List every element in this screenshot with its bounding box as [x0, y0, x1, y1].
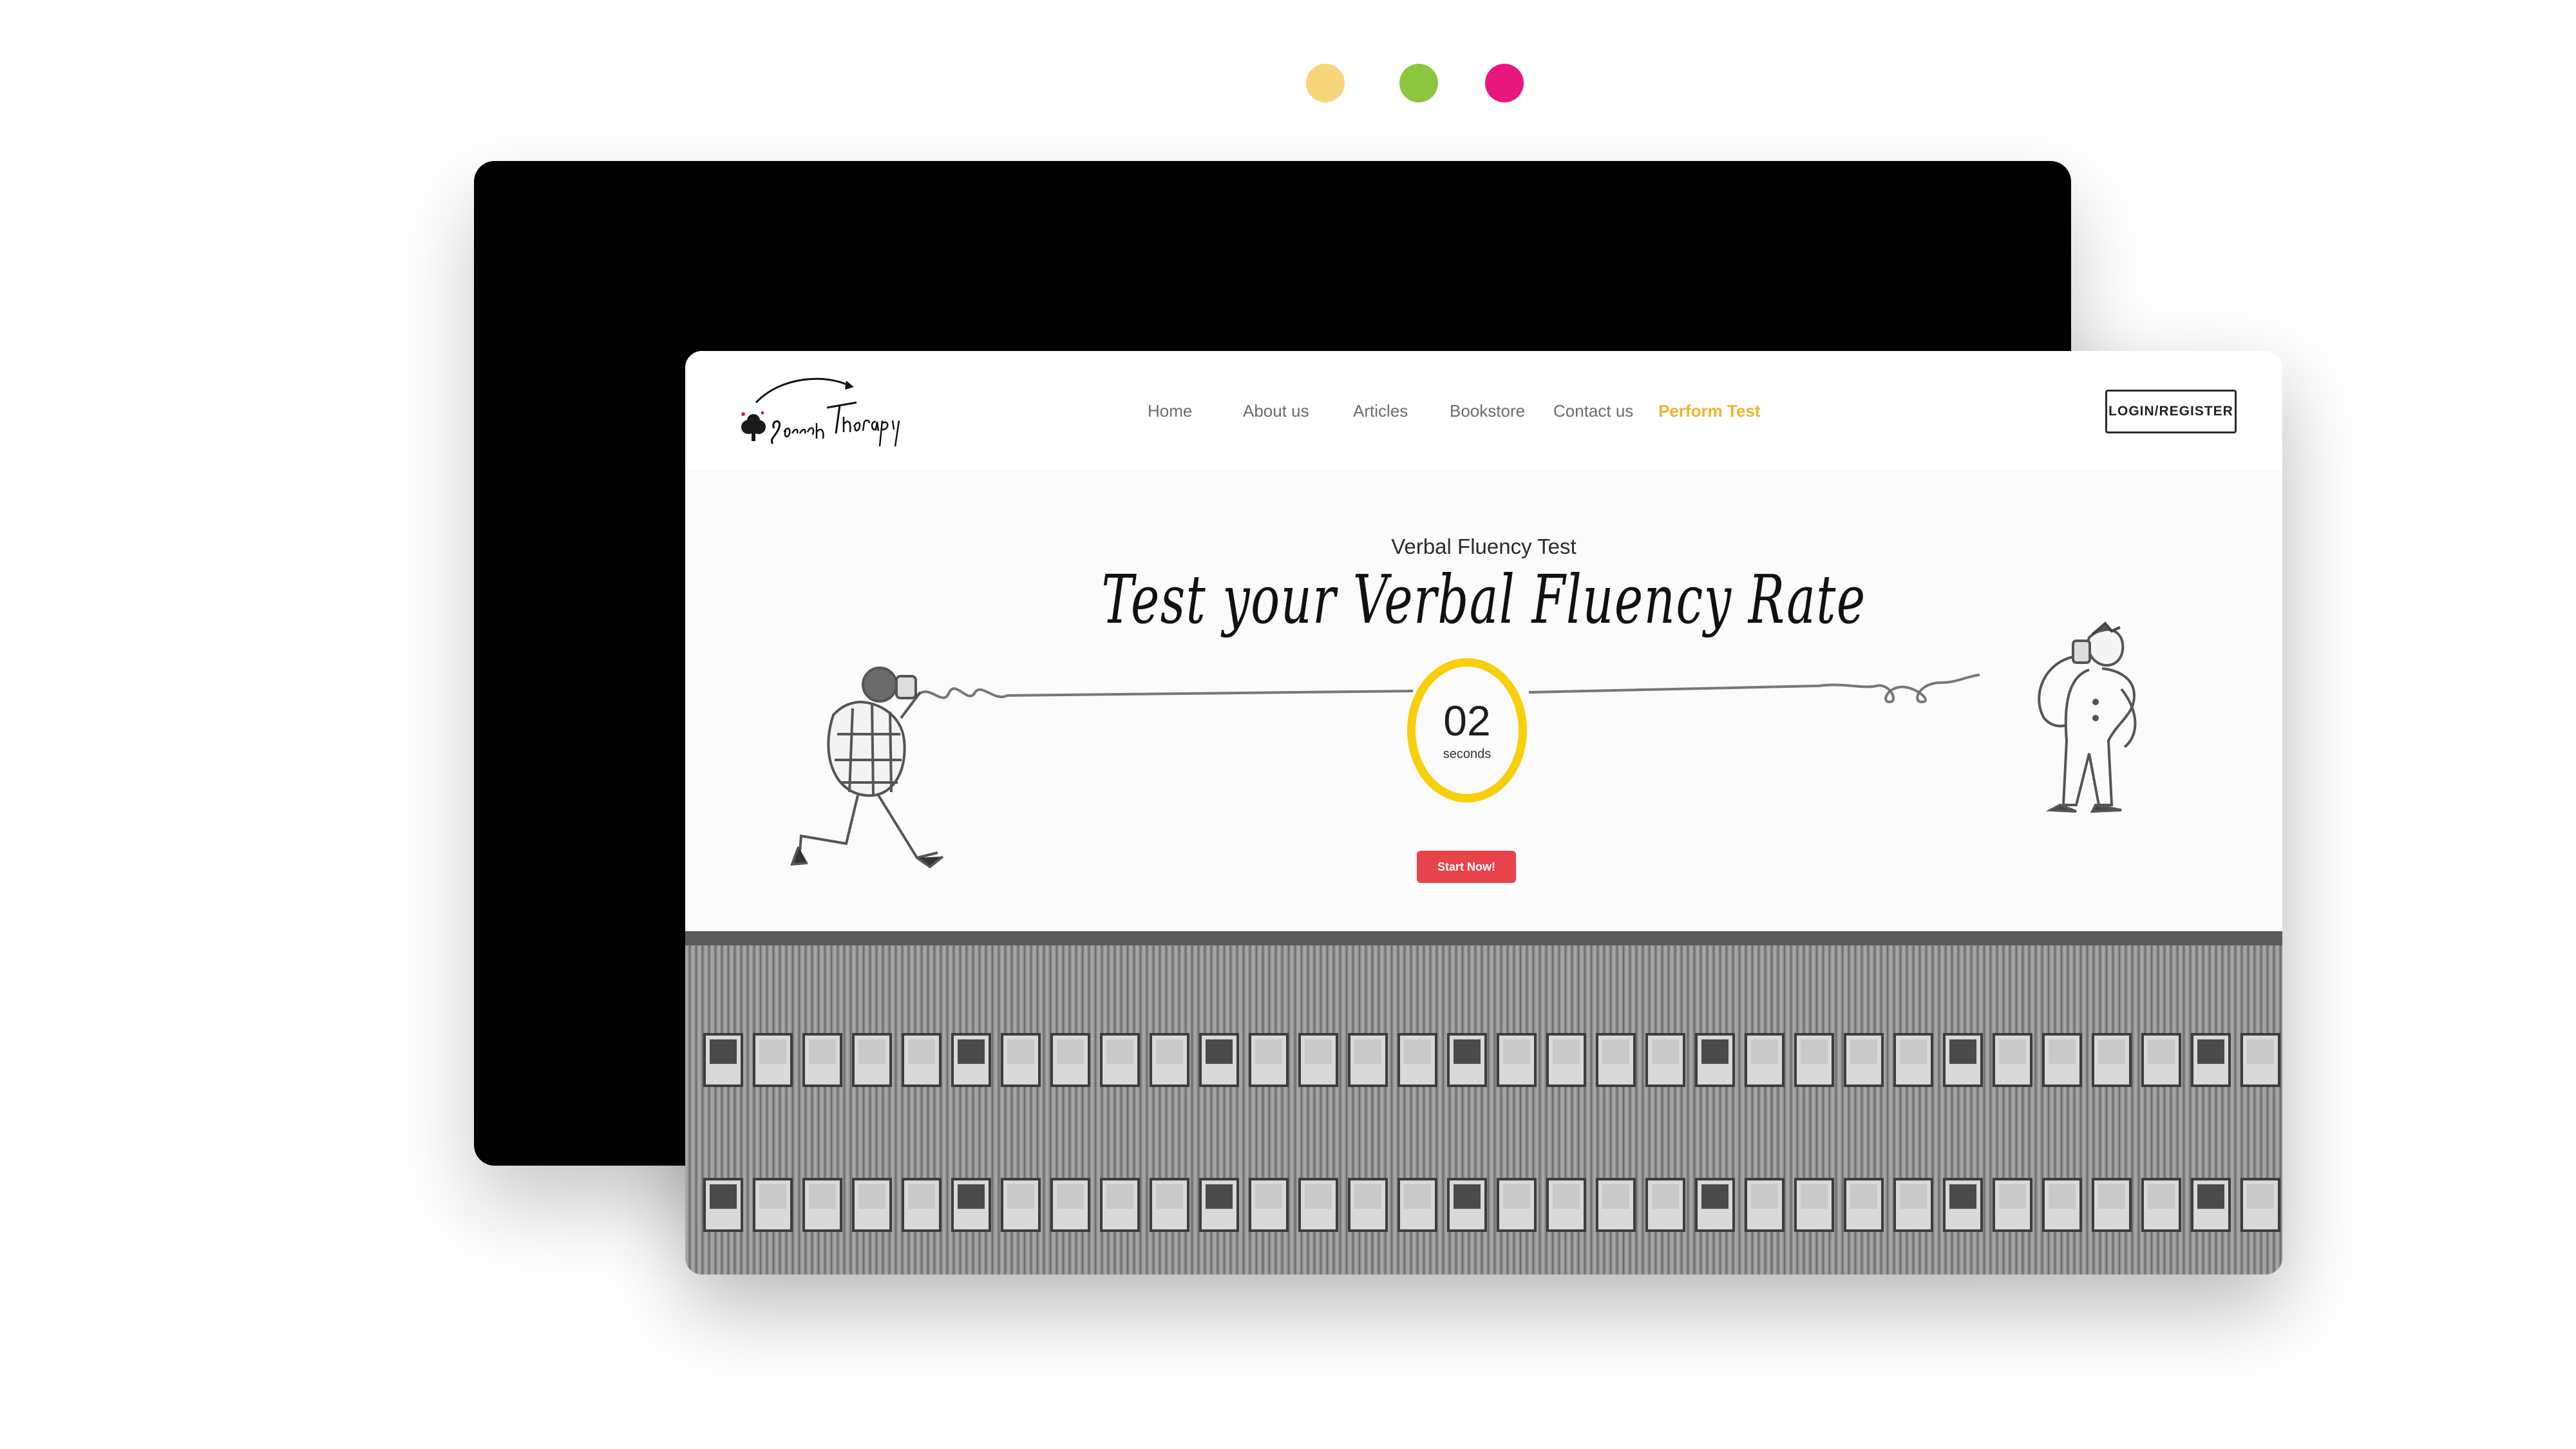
main-navigation: Home About us Articles Bookstore Contact…	[685, 351, 2282, 470]
building-window-pane	[1156, 1039, 1183, 1064]
building-window-pane	[1553, 1039, 1580, 1064]
building-window-pane	[1602, 1039, 1629, 1064]
building-window-pane	[1057, 1184, 1084, 1209]
building-window-pane	[1751, 1039, 1778, 1064]
building-window-pane	[1701, 1184, 1728, 1209]
building-window-pane	[1106, 1184, 1133, 1209]
building-window-pane	[1206, 1184, 1233, 1209]
building-window-pane	[1900, 1184, 1927, 1209]
login-register-button[interactable]: LOGIN/REGISTER	[2105, 390, 2237, 433]
building-window-pane	[958, 1039, 985, 1064]
nav-contact-us[interactable]: Contact us	[1553, 401, 1633, 421]
countdown-timer: 02 seconds	[1407, 658, 1527, 802]
building-window-pane	[2197, 1184, 2224, 1209]
building-window-pane	[1007, 1184, 1034, 1209]
building-window-pane	[1652, 1184, 1679, 1209]
page-title: Test your Verbal Fluency Rate	[1101, 560, 1866, 639]
building-window-pane	[1454, 1039, 1481, 1064]
building-window-pane	[1999, 1039, 2026, 1064]
building-window-pane	[1354, 1184, 1381, 1209]
building-window-pane	[1850, 1039, 1877, 1064]
building-window-pane	[2247, 1184, 2274, 1209]
standing-man-figure	[2038, 621, 2137, 813]
building-window-pane	[908, 1184, 935, 1209]
building-window-pane	[958, 1184, 985, 1209]
building-window-pane	[858, 1039, 886, 1064]
building-window-pane	[1007, 1039, 1034, 1064]
building-window-pane	[2098, 1184, 2125, 1209]
building-window-pane	[759, 1184, 786, 1209]
building-window-pane	[2148, 1184, 2175, 1209]
building-window-pane	[1553, 1184, 1580, 1209]
building-window-pane	[1354, 1039, 1381, 1064]
start-now-button[interactable]: Start Now!	[1417, 851, 1516, 883]
building-window-pane	[1305, 1184, 1332, 1209]
navbar: Home About us Articles Bookstore Contact…	[685, 351, 2282, 470]
building-window-pane	[1949, 1039, 1976, 1064]
timer-value: 02	[1443, 696, 1491, 744]
building-window-pane	[1850, 1184, 1877, 1209]
building-window-pane	[2049, 1184, 2076, 1209]
nav-bookstore[interactable]: Bookstore	[1450, 401, 1525, 421]
building-window-pane	[1900, 1039, 1927, 1064]
building-window-pane	[1652, 1039, 1679, 1064]
building-window-pane	[2049, 1039, 2076, 1064]
building-window-pane	[2247, 1039, 2274, 1064]
building-window-pane	[1255, 1184, 1282, 1209]
building-window-pane	[809, 1039, 836, 1064]
building-window-pane	[908, 1039, 935, 1064]
browser-window: Home About us Articles Bookstore Contact…	[685, 351, 2282, 1274]
building-window-pane	[1404, 1184, 1431, 1209]
building-window-pane	[1106, 1039, 1133, 1064]
building-window-pane	[1949, 1184, 1976, 1209]
building-window-pane	[1305, 1039, 1332, 1064]
window-dot-green-icon[interactable]	[1399, 64, 1438, 102]
nav-articles[interactable]: Articles	[1353, 401, 1408, 421]
building-window-pane	[1206, 1039, 1233, 1064]
building-window-pane	[1801, 1184, 1828, 1209]
timer-unit: seconds	[1443, 746, 1492, 761]
building-window-pane	[1454, 1184, 1481, 1209]
building-window-pane	[1255, 1039, 1282, 1064]
window-dot-pink-icon[interactable]	[1485, 64, 1524, 102]
building-window-pane	[1801, 1039, 1828, 1064]
building-window-pane	[858, 1184, 886, 1209]
building-window-pane	[1057, 1039, 1084, 1064]
building-window-pane	[809, 1184, 836, 1209]
building-window-pane	[2197, 1039, 2224, 1064]
building-window-pane	[710, 1184, 737, 1209]
running-man-figure	[790, 667, 944, 869]
page-subtitle: Verbal Fluency Test	[1391, 535, 1577, 558]
building-window-pane	[2148, 1039, 2175, 1064]
building-window-pane	[1404, 1039, 1431, 1064]
building-window-pane	[1503, 1184, 1530, 1209]
building-window-pane	[1602, 1184, 1629, 1209]
window-dot-yellow-icon[interactable]	[1306, 64, 1345, 102]
nav-about-us[interactable]: About us	[1243, 401, 1309, 421]
building-window-pane	[1503, 1039, 1530, 1064]
building-window-pane	[1156, 1184, 1183, 1209]
building-window-pane	[1999, 1184, 2026, 1209]
building-window-pane	[1751, 1184, 1778, 1209]
nav-perform-test[interactable]: Perform Test	[1658, 401, 1760, 421]
nav-home[interactable]: Home	[1148, 401, 1192, 421]
building-window-pane	[710, 1039, 737, 1064]
building-window-pane	[1701, 1039, 1728, 1064]
building-window-pane	[759, 1039, 786, 1064]
building-window-pane	[2098, 1039, 2125, 1064]
building-facade-image	[685, 931, 2282, 1274]
